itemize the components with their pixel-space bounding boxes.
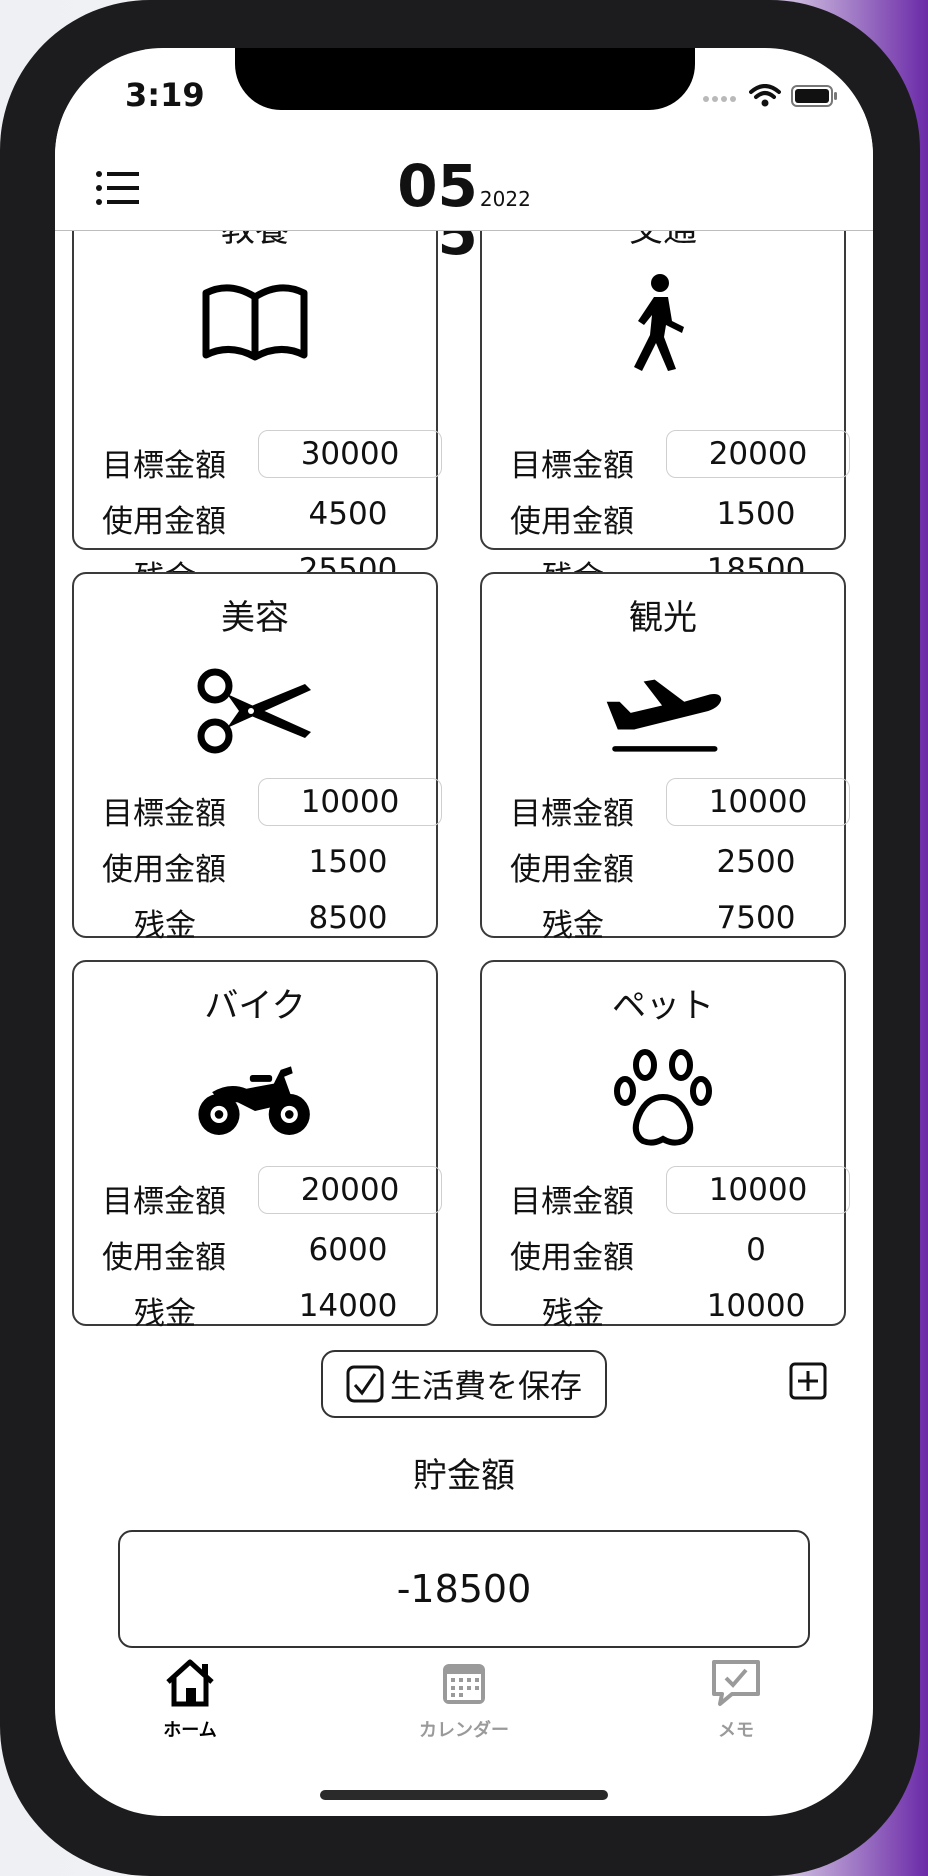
used-amount: 2500	[716, 844, 796, 880]
category-name: 美容	[221, 598, 289, 638]
header-divider	[55, 230, 873, 231]
category-name: ペット	[612, 986, 714, 1026]
target-amount-input[interactable]: 10000	[666, 778, 850, 826]
category-card: 教養 目標金額30000 使用金額4500 残金25500	[72, 184, 442, 596]
walking-person-icon	[603, 268, 723, 378]
remaining-row: 残金 10000	[482, 1278, 848, 1332]
used-label: 使用金額	[510, 852, 634, 888]
used-row: 使用金額 6000	[74, 1222, 440, 1276]
target-row: 目標金額 10000	[482, 778, 850, 832]
target-label: 目標金額	[510, 1184, 634, 1220]
tab-memo[interactable]: メモ	[661, 1658, 811, 1742]
remaining-label: 残金	[134, 1296, 196, 1332]
category-name: バイク	[204, 986, 306, 1026]
remaining-label: 残金	[542, 908, 604, 944]
used-amount: 4500	[308, 496, 388, 532]
used-label: 使用金額	[102, 504, 226, 540]
save-living-label: 生活費を保存	[389, 1367, 582, 1405]
remaining-amount: 14000	[298, 1288, 398, 1324]
remaining-label: 残金	[542, 1296, 604, 1332]
target-row: 目標金額 20000	[74, 1166, 442, 1220]
category-card: ペット 目標金額 10000 使用金額 0 残金 10000	[480, 960, 850, 1332]
category-card: 観光 目標金額 10000 使用金額 2500 残金 7500	[480, 572, 850, 944]
target-label: 目標金額	[102, 448, 226, 484]
target-amount-input[interactable]: 10000	[666, 1166, 850, 1214]
target-label: 目標金額	[510, 448, 634, 484]
phone-screen: 3:19 052022	[55, 48, 873, 1816]
target-row: 目標金額 20000	[482, 430, 850, 484]
used-row: 使用金額 0	[482, 1222, 848, 1276]
category-card: 美容 目標金額 10000 使用金額 1500 残金 8500	[72, 572, 442, 944]
tab-bar: ホーム カレンダー メモ	[55, 1658, 873, 1748]
home-icon	[166, 1659, 214, 1707]
category-name: 観光	[629, 598, 697, 638]
page-title: 052022	[55, 152, 873, 220]
status-time: 3:19	[125, 76, 205, 114]
used-row: 使用金額 4500	[74, 486, 440, 540]
used-amount: 1500	[716, 496, 796, 532]
target-row: 目標金額 10000	[482, 1166, 850, 1220]
used-row: 使用金額 1500	[74, 834, 440, 888]
year-label: 2022	[479, 187, 531, 211]
tab-label: カレンダー	[419, 1720, 509, 1741]
target-row: 目標金額 30000	[74, 430, 442, 484]
target-amount-input[interactable]: 30000	[258, 430, 442, 478]
home-indicator	[320, 1790, 608, 1800]
remaining-label: 残金	[134, 908, 196, 944]
used-label: 使用金額	[102, 852, 226, 888]
tab-label: メモ	[718, 1720, 754, 1741]
motorcycle-icon	[195, 1044, 315, 1154]
calendar-icon	[443, 1664, 485, 1704]
checkbox-icon	[346, 1365, 384, 1403]
remaining-row: 残金 7500	[482, 890, 848, 944]
save-living-expenses-button[interactable]: 生活費を保存	[321, 1350, 607, 1418]
scissors-icon	[195, 656, 315, 766]
target-amount-input[interactable]: 20000	[258, 1166, 442, 1214]
used-row: 使用金額 1500	[482, 486, 848, 540]
used-amount: 0	[746, 1232, 766, 1268]
used-label: 使用金額	[510, 504, 634, 540]
memo-chat-icon	[712, 1660, 760, 1706]
airplane-icon	[603, 656, 723, 766]
target-label: 目標金額	[102, 1184, 226, 1220]
signal-icon	[703, 87, 739, 106]
used-amount: 6000	[308, 1232, 388, 1268]
savings-label: 貯金額	[413, 1456, 515, 1496]
remaining-amount: 10000	[706, 1288, 806, 1324]
target-amount-input[interactable]: 20000	[666, 430, 850, 478]
remaining-row: 残金 14000	[74, 1278, 440, 1332]
savings-amount: -18500	[118, 1530, 810, 1648]
tab-label: ホーム	[163, 1720, 217, 1741]
notch	[235, 48, 695, 110]
used-amount: 1500	[308, 844, 388, 880]
category-card: 交通 目標金額20000 使用金額1500 残金18500	[480, 184, 850, 596]
tab-home[interactable]: ホーム	[115, 1658, 265, 1742]
used-label: 使用金額	[510, 1240, 634, 1276]
remaining-amount: 7500	[716, 900, 796, 936]
status-icons	[703, 84, 839, 108]
book-icon	[195, 268, 315, 378]
target-row: 目標金額 10000	[74, 778, 442, 832]
month-label: 05	[397, 152, 478, 220]
remaining-row: 残金 8500	[74, 890, 440, 944]
tab-calendar[interactable]: カレンダー	[389, 1658, 539, 1742]
remaining-amount: 8500	[308, 900, 388, 936]
plus-square-icon[interactable]	[789, 1362, 827, 1400]
wifi-icon	[749, 84, 781, 107]
category-card: バイク 目標金額 20000 使用金額 6000 残金 14000	[72, 960, 442, 1332]
used-label: 使用金額	[102, 1240, 226, 1276]
used-row: 使用金額 2500	[482, 834, 848, 888]
phone-frame: 3:19 052022	[0, 0, 920, 1876]
target-label: 目標金額	[102, 796, 226, 832]
target-label: 目標金額	[510, 796, 634, 832]
target-amount-input[interactable]: 10000	[258, 778, 442, 826]
paw-icon	[603, 1044, 723, 1154]
battery-icon	[791, 85, 837, 107]
